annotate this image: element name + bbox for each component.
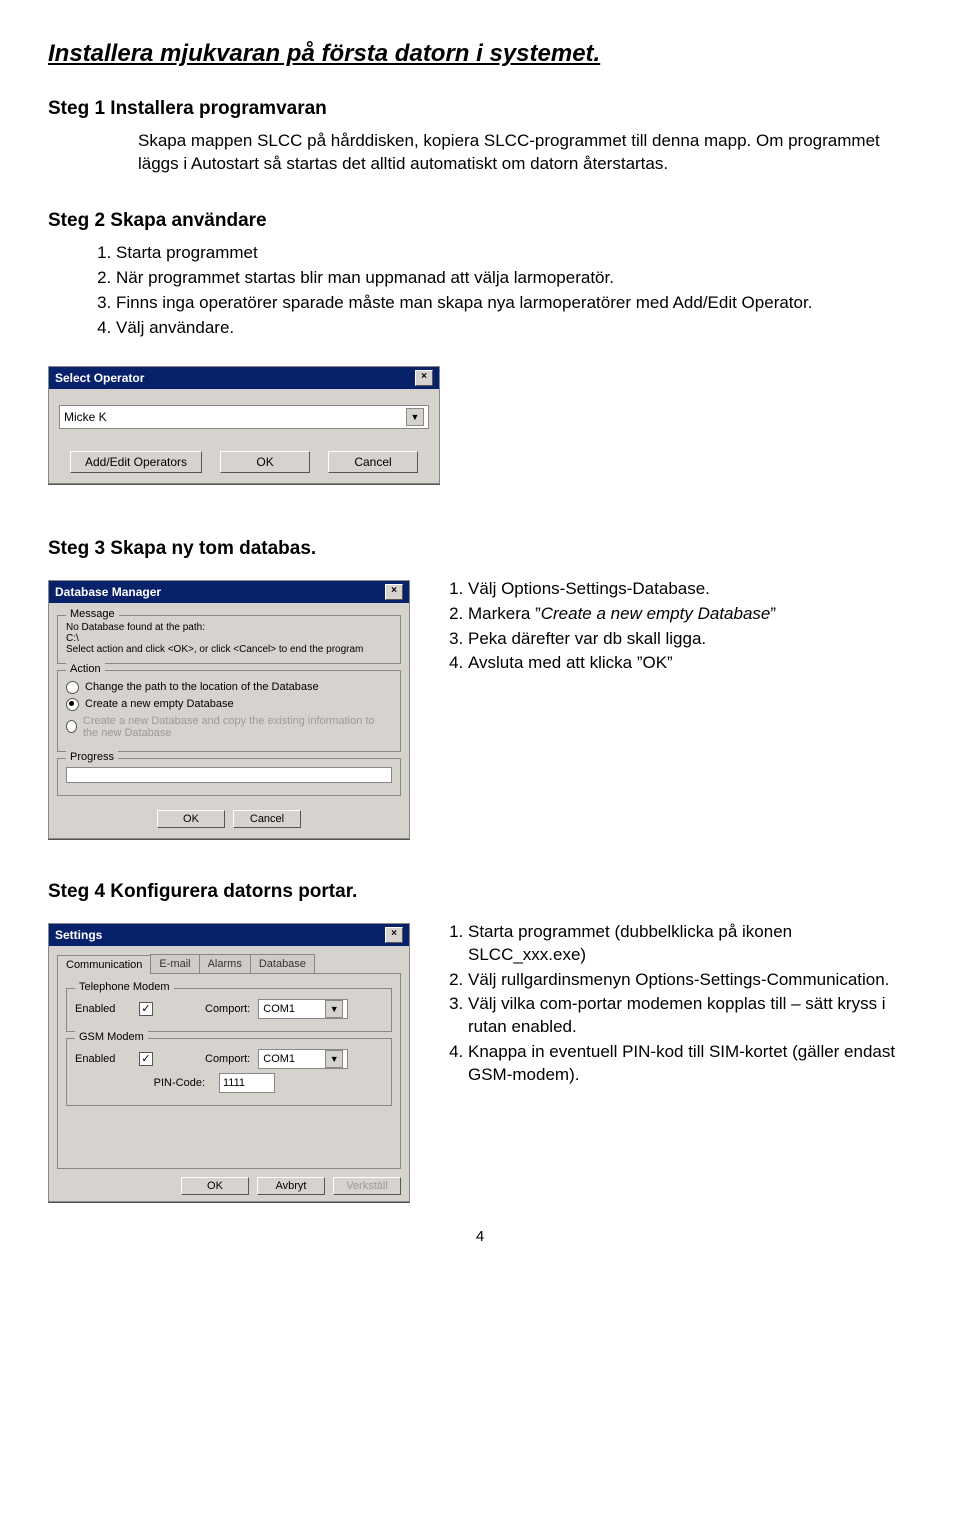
chevron-down-icon[interactable]: ▼ — [325, 1000, 343, 1018]
gsm-comport-combo[interactable]: COM1 ▼ — [258, 1049, 348, 1069]
list-item: Finns inga operatörer sparade måste man … — [116, 292, 912, 315]
gsm-enabled-checkbox[interactable] — [139, 1052, 153, 1066]
tab-database[interactable]: Database — [250, 954, 315, 973]
list-item-emph: Create a new empty Database — [541, 604, 771, 623]
radio-label: Change the path to the location of the D… — [85, 681, 319, 693]
chevron-down-icon[interactable]: ▼ — [325, 1050, 343, 1068]
radio-label: Create a new Database and copy the exist… — [83, 715, 392, 739]
ok-button[interactable]: OK — [181, 1177, 249, 1195]
enabled-label: Enabled — [75, 1003, 131, 1015]
list-item-prefix: Markera ” — [468, 604, 541, 623]
dialog-title: Select Operator — [55, 371, 144, 385]
radio-label: Create a new empty Database — [85, 698, 234, 710]
cancel-button[interactable]: Avbryt — [257, 1177, 325, 1195]
ok-button[interactable]: OK — [157, 810, 225, 828]
telephone-comport-combo[interactable]: COM1 ▼ — [258, 999, 348, 1019]
telephone-modem-legend: Telephone Modem — [75, 981, 174, 993]
action-group: Action Change the path to the location o… — [57, 670, 401, 752]
radio-icon — [66, 698, 79, 711]
radio-icon — [66, 720, 77, 733]
msg-line: Select action and click <OK>, or click <… — [66, 644, 392, 655]
step4-heading: Steg 4 Konfigurera datorns portar. — [48, 881, 912, 903]
radio-change-path[interactable]: Change the path to the location of the D… — [66, 681, 392, 694]
step3-list: Välj Options-Settings-Database. Markera … — [440, 578, 912, 676]
step1-paragraph: Skapa mappen SLCC på hårddisken, kopiera… — [138, 130, 912, 176]
progress-bar — [66, 767, 392, 783]
list-item: Välj Options-Settings-Database. — [468, 578, 912, 601]
enabled-label: Enabled — [75, 1053, 131, 1065]
ok-button[interactable]: OK — [220, 451, 310, 473]
message-legend: Message — [66, 608, 119, 620]
list-item: Välj användare. — [116, 317, 912, 340]
close-icon[interactable]: × — [415, 370, 433, 386]
radio-icon — [66, 681, 79, 694]
communication-panel: Telephone Modem Enabled Comport: COM1 ▼ — [57, 973, 401, 1169]
step4-list: Starta programmet (dubbelklicka på ikone… — [440, 921, 912, 1088]
msg-line: No Database found at the path: — [66, 622, 392, 633]
radio-create-copy: Create a new Database and copy the exist… — [66, 715, 392, 739]
list-item: Välj rullgardinsmenyn Options-Settings-C… — [468, 969, 912, 992]
gsm-modem-legend: GSM Modem — [75, 1031, 148, 1043]
close-icon[interactable]: × — [385, 584, 403, 600]
comport-label: Comport: — [205, 1003, 250, 1015]
list-item: Knappa in eventuell PIN-kod till SIM-kor… — [468, 1041, 912, 1087]
progress-legend: Progress — [66, 751, 118, 763]
radio-create-empty[interactable]: Create a new empty Database — [66, 698, 392, 711]
tab-communication[interactable]: Communication — [57, 955, 151, 974]
dialog-title: Settings — [55, 928, 102, 942]
pin-code-input[interactable]: 1111 — [219, 1073, 275, 1093]
apply-button: Verkställ — [333, 1177, 401, 1195]
tab-alarms[interactable]: Alarms — [199, 954, 251, 973]
gsm-modem-group: GSM Modem Enabled Comport: COM1 ▼ — [66, 1038, 392, 1106]
dialog-title: Database Manager — [55, 585, 161, 599]
step3-heading: Steg 3 Skapa ny tom databas. — [48, 538, 912, 560]
list-item: När programmet startas blir man uppmanad… — [116, 267, 912, 290]
cancel-button[interactable]: Cancel — [233, 810, 301, 828]
page-number: 4 — [48, 1228, 912, 1245]
step1-heading: Steg 1 Installera programvaran — [48, 98, 912, 120]
comport-value: COM1 — [263, 1053, 295, 1065]
operator-combo[interactable]: Micke K ▼ — [59, 405, 429, 429]
telephone-enabled-checkbox[interactable] — [139, 1002, 153, 1016]
add-edit-operators-button[interactable]: Add/Edit Operators — [70, 451, 202, 473]
pin-code-label: PIN-Code: — [75, 1077, 211, 1089]
telephone-modem-group: Telephone Modem Enabled Comport: COM1 ▼ — [66, 988, 392, 1032]
comport-value: COM1 — [263, 1003, 295, 1015]
list-item: Välj vilka com-portar modemen kopplas ti… — [468, 993, 912, 1039]
operator-combo-value: Micke K — [64, 410, 107, 424]
cancel-button[interactable]: Cancel — [328, 451, 418, 473]
database-manager-dialog: Database Manager × Message No Database f… — [48, 580, 410, 839]
settings-tabs: Communication E-mail Alarms Database — [57, 954, 401, 973]
step2-heading: Steg 2 Skapa användare — [48, 210, 912, 232]
progress-group: Progress — [57, 758, 401, 796]
list-item: Starta programmet (dubbelklicka på ikone… — [468, 921, 912, 967]
list-item: Starta programmet — [116, 242, 912, 265]
msg-line: C:\ — [66, 633, 392, 644]
close-icon[interactable]: × — [385, 927, 403, 943]
list-item-suffix: ” — [770, 604, 776, 623]
step2-list: Starta programmet När programmet startas… — [88, 242, 912, 340]
list-item: Peka därefter var db skall ligga. — [468, 628, 912, 651]
tab-email[interactable]: E-mail — [150, 954, 199, 973]
comport-label: Comport: — [205, 1053, 250, 1065]
page-title: Installera mjukvaran på första datorn i … — [48, 40, 912, 68]
message-group: Message No Database found at the path: C… — [57, 615, 401, 664]
list-item: Avsluta med att klicka ”OK” — [468, 652, 912, 675]
settings-dialog: Settings × Communication E-mail Alarms D… — [48, 923, 410, 1202]
list-item: Markera ”Create a new empty Database” — [468, 603, 912, 626]
chevron-down-icon[interactable]: ▼ — [406, 408, 424, 426]
action-legend: Action — [66, 663, 105, 675]
select-operator-dialog: Select Operator × Micke K ▼ Add/Edit Ope… — [48, 366, 440, 484]
